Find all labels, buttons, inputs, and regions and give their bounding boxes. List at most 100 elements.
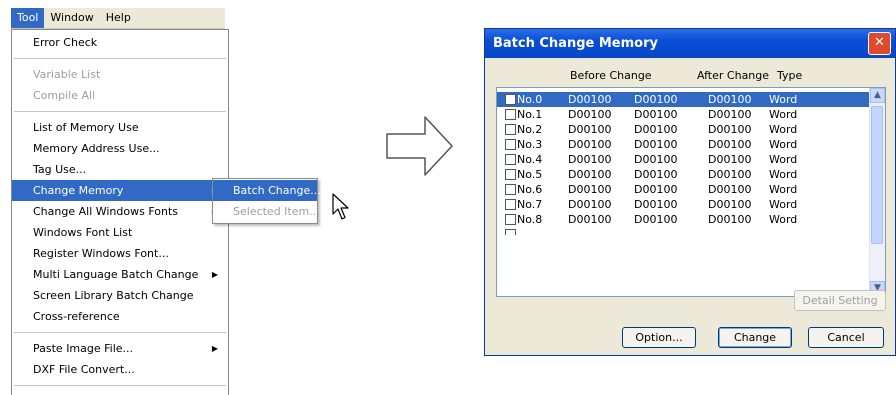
cell-type: Word: [769, 93, 798, 106]
column-header-after: After Change: [697, 69, 770, 82]
menu-item-paste-image-file[interactable]: Paste Image File... ▶: [12, 338, 228, 359]
cell-before2: D00100: [634, 108, 678, 121]
scroll-up-icon[interactable]: ▲: [870, 88, 885, 103]
list-item[interactable]: No.8 D00100 D00100 D00100 Word: [497, 212, 872, 227]
cell-after: D00100: [708, 183, 752, 196]
cell-no: No.7: [517, 198, 543, 211]
list-item[interactable]: No.5 D00100 D00100 D00100 Word: [497, 167, 872, 182]
checkbox: [505, 229, 516, 235]
menu-item-change-memory[interactable]: Change Memory▶: [12, 180, 228, 201]
checkbox[interactable]: [505, 124, 516, 135]
menu-item-screen-library-batch-change[interactable]: Screen Library Batch Change: [12, 285, 228, 306]
menu-item-variable-list: Variable List: [33, 68, 101, 81]
cell-no: No.5: [517, 168, 543, 181]
checkbox[interactable]: [505, 109, 516, 120]
cell-before1: D00100: [568, 198, 612, 211]
cell-after: D00100: [708, 93, 752, 106]
checkbox[interactable]: [505, 184, 516, 195]
menu-item-cross-reference[interactable]: Cross-reference: [12, 306, 228, 327]
menu-item-multi-language-batch-change[interactable]: Multi Language Batch Change ▶: [12, 264, 228, 285]
cell-after: D00100: [708, 123, 752, 136]
menu-bar: Tool Window Help: [11, 8, 225, 29]
menu-item-register-windows-font[interactable]: Register Windows Font...: [12, 243, 228, 264]
cell-after: D00100: [708, 198, 752, 211]
list-item[interactable]: No.6 D00100 D00100 D00100 Word: [497, 182, 872, 197]
menu-separator: [14, 332, 226, 333]
menu-item-selected-item: Selected Item...: [233, 205, 320, 218]
cell-before2: D00100: [634, 213, 678, 226]
menu-item-windows-font-list[interactable]: Windows Font List: [12, 222, 228, 243]
cell-type: Word: [769, 198, 798, 211]
menu-window[interactable]: Window: [44, 8, 99, 28]
menu-item-compile-all: Compile All: [33, 89, 96, 102]
menu-separator: [14, 111, 226, 112]
cell-before2: D00100: [634, 123, 678, 136]
menu-separator: [14, 385, 226, 386]
option-button[interactable]: Option...: [622, 327, 696, 348]
cell-before2: D00100: [634, 198, 678, 211]
cell-after: D00100: [708, 108, 752, 121]
menu-tool[interactable]: Tool: [11, 8, 45, 28]
list-item[interactable]: No.4 D00100 D00100 D00100 Word: [497, 152, 872, 167]
menu-item-dxf-file-convert[interactable]: DXF File Convert...: [12, 359, 228, 380]
cell-after: D00100: [708, 153, 752, 166]
mouse-pointer-icon: [332, 193, 349, 220]
cell-before1: D00100: [568, 153, 612, 166]
list-item[interactable]: No.7 D00100 D00100 D00100 Word: [497, 197, 872, 212]
cell-no: No.8: [517, 213, 543, 226]
dialog-titlebar[interactable]: Batch Change Memory ✕: [485, 29, 895, 58]
checkbox[interactable]: [505, 94, 516, 105]
cell-type: Word: [769, 183, 798, 196]
change-button[interactable]: Change: [718, 327, 792, 348]
detail-setting-button[interactable]: Detail Setting: [794, 290, 886, 311]
menu-item-batch-change[interactable]: Batch Change...: [213, 180, 321, 201]
cell-no: No.2: [517, 123, 543, 136]
menu-item-tag-use[interactable]: Tag Use...: [12, 159, 228, 180]
menu-item-change-all-windows-fonts[interactable]: Change All Windows Fonts▶: [12, 201, 228, 222]
cell-after: D00100: [708, 138, 752, 151]
checkbox[interactable]: [505, 154, 516, 165]
cell-before1: D00100: [568, 138, 612, 151]
cell-type: Word: [769, 108, 798, 121]
checkbox[interactable]: [505, 139, 516, 150]
checkbox[interactable]: [505, 169, 516, 180]
cell-no: No.4: [517, 153, 543, 166]
list-item[interactable]: No.0 D00100 D00100 D00100 Word: [497, 92, 872, 107]
list-item[interactable]: No.3 D00100 D00100 D00100 Word: [497, 137, 872, 152]
cell-before1: D00100: [568, 123, 612, 136]
cell-before2: D00100: [634, 93, 678, 106]
scroll-thumb[interactable]: [871, 106, 883, 244]
column-header-type: Type: [777, 69, 803, 82]
checkbox[interactable]: [505, 214, 516, 225]
menu-item-error-check[interactable]: Error Check: [12, 32, 228, 53]
menu-separator: [14, 58, 226, 59]
cell-before2: D00100: [634, 168, 678, 181]
cell-before2: D00100: [634, 153, 678, 166]
cell-before2: D00100: [634, 138, 678, 151]
cell-type: Word: [769, 168, 798, 181]
menu-item-memory-address-use[interactable]: Memory Address Use...: [12, 138, 228, 159]
memory-list[interactable]: No.0 D00100 D00100 D00100 Word No.1 D00100 D001…: [496, 87, 886, 297]
cell-no: No.1: [517, 108, 543, 121]
right-arrow-icon: [386, 116, 453, 176]
cell-before1: D00100: [568, 213, 612, 226]
list-item[interactable]: No.2 D00100 D00100 D00100 Word: [497, 122, 872, 137]
tool-menu: Error Check Variable List Compile All Li…: [11, 29, 229, 395]
list-item[interactable]: No.1 D00100 D00100 D00100 Word: [497, 107, 872, 122]
dialog-title: Batch Change Memory: [493, 36, 658, 51]
cell-no: No.0: [517, 93, 543, 106]
cell-type: Word: [769, 123, 798, 136]
cell-before2: D00100: [634, 183, 678, 196]
close-icon[interactable]: ✕: [868, 32, 891, 55]
cancel-button[interactable]: Cancel: [808, 327, 884, 348]
cell-type: Word: [769, 153, 798, 166]
cell-before1: D00100: [568, 183, 612, 196]
cell-type: Word: [769, 213, 798, 226]
menu-item-list-of-memory-use[interactable]: List of Memory Use: [12, 117, 228, 138]
batch-change-memory-dialog: Batch Change Memory ✕ Before Change Afte…: [484, 28, 896, 356]
cell-type: Word: [769, 138, 798, 151]
menu-help[interactable]: Help: [100, 8, 137, 28]
checkbox[interactable]: [505, 199, 516, 210]
vertical-scrollbar[interactable]: ▲ ▼: [869, 88, 885, 296]
list-item-partial: [497, 227, 872, 235]
